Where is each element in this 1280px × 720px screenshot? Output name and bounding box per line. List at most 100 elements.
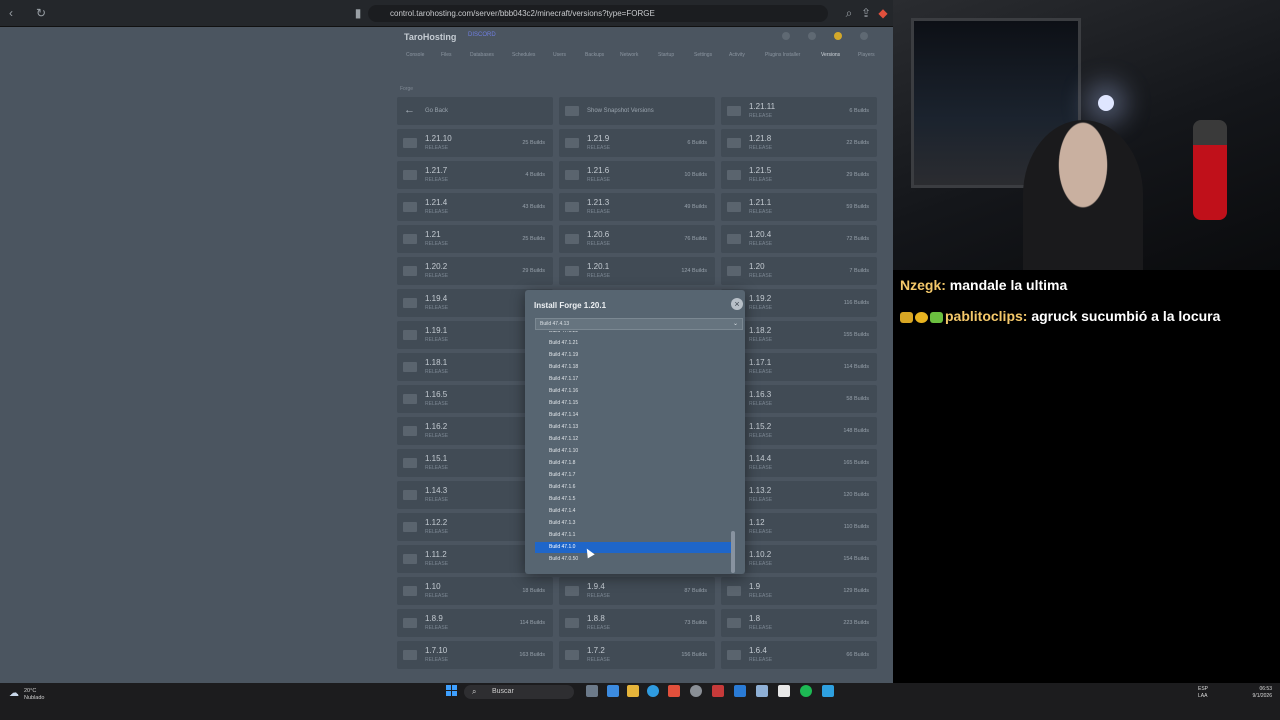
build-count: 18 Builds (522, 588, 545, 594)
version-card[interactable]: 1.8 RELEASE 223 Builds (721, 609, 877, 637)
build-option[interactable]: Build 47.1.7 (535, 470, 733, 481)
version-card[interactable]: 1.21.3 RELEASE 49 Builds (559, 193, 715, 221)
scrollbar[interactable] (731, 531, 735, 573)
build-option[interactable]: Build 47.1.12 (535, 434, 733, 445)
share-icon[interactable]: ⇪ (859, 6, 873, 20)
discord-link[interactable]: DISCORD (468, 32, 496, 38)
tab-network[interactable]: Network (620, 52, 638, 58)
version-card[interactable]: 1.20.2 RELEASE 29 Builds (397, 257, 553, 285)
build-option[interactable]: Build 47.1.6 (535, 482, 733, 493)
build-option[interactable]: Build 47.1.10 (535, 446, 733, 457)
build-option[interactable]: Build 47.1.3 (535, 518, 733, 529)
clock-date: 9/1/2026 (1252, 693, 1272, 699)
brave-icon[interactable]: ◆ (876, 6, 890, 20)
telegram-icon[interactable] (822, 685, 834, 697)
version-card[interactable]: 1.21.9 RELEASE 6 Builds (559, 129, 715, 157)
version-card[interactable]: 1.10 RELEASE 18 Builds (397, 577, 553, 605)
copilot-icon[interactable] (607, 685, 619, 697)
version-card[interactable]: 1.21 RELEASE 25 Builds (397, 225, 553, 253)
tab-players[interactable]: Players (858, 52, 875, 58)
build-option[interactable]: Build 47.1.0 (535, 542, 733, 553)
reload-icon[interactable]: ↻ (34, 6, 48, 20)
build-option[interactable]: Build 47.1.21 (535, 338, 733, 349)
build-option[interactable]: Build 47.1.4 (535, 506, 733, 517)
tab-startup[interactable]: Startup (658, 52, 674, 58)
settings-icon[interactable] (808, 32, 816, 40)
build-select[interactable]: Build 47.4.13 ⌄ (535, 318, 743, 330)
avatar[interactable] (834, 32, 842, 40)
tab-users[interactable]: Users (553, 52, 566, 58)
version-card[interactable]: 1.7.10 RELEASE 163 Builds (397, 641, 553, 669)
build-option[interactable]: Build 47.1.13 (535, 422, 733, 433)
tab-files[interactable]: Files (441, 52, 452, 58)
logout-icon[interactable] (860, 32, 868, 40)
version-card[interactable]: 1.21.5 RELEASE 29 Builds (721, 161, 877, 189)
brave-taskbar-icon[interactable] (668, 685, 680, 697)
search-icon[interactable]: ⌕ (842, 6, 856, 20)
taskbar-search[interactable]: ⌕ Buscar (464, 685, 574, 699)
version-card[interactable]: 1.9 RELEASE 129 Builds (721, 577, 877, 605)
build-option[interactable]: Build 47.1.8 (535, 458, 733, 469)
build-options-list[interactable]: Build 47.1.22 Build 47.1.21 Build 47.1.19 B… (535, 331, 737, 574)
go-back-card[interactable]: ← Go Back (397, 97, 553, 125)
tab-databases[interactable]: Databases (470, 52, 494, 58)
capcut-icon[interactable] (778, 685, 790, 697)
notepad-icon[interactable] (756, 685, 768, 697)
release-tag: RELEASE (425, 529, 449, 535)
vscode-icon[interactable] (734, 685, 746, 697)
build-option[interactable]: Build 47.1.16 (535, 386, 733, 397)
tab-backups[interactable]: Backups (585, 52, 604, 58)
version-card[interactable]: 1.20.1 RELEASE 124 Builds (559, 257, 715, 285)
version-card[interactable]: 1.8.9 RELEASE 114 Builds (397, 609, 553, 637)
close-icon[interactable]: × (731, 298, 743, 310)
version-card[interactable]: 1.21.1 RELEASE 59 Builds (721, 193, 877, 221)
task-view-icon[interactable] (586, 685, 598, 697)
version-card[interactable]: 1.21.6 RELEASE 10 Builds (559, 161, 715, 189)
version-card[interactable]: 1.21.11 RELEASE 6 Builds (721, 97, 877, 125)
tab-plugins-installer[interactable]: Plugins Installer (765, 52, 800, 58)
build-option[interactable]: Build 47.1.15 (535, 398, 733, 409)
build-option[interactable]: Build 47.1.5 (535, 494, 733, 505)
version-card[interactable]: 1.20.6 RELEASE 76 Builds (559, 225, 715, 253)
version-card[interactable]: 1.21.10 RELEASE 25 Builds (397, 129, 553, 157)
bookmark-icon[interactable]: ▮ (351, 6, 365, 20)
version-card[interactable]: 1.6.4 RELEASE 66 Builds (721, 641, 877, 669)
version-card[interactable]: 1.20.4 RELEASE 72 Builds (721, 225, 877, 253)
windows-icon[interactable] (446, 685, 458, 697)
build-option[interactable]: Build 47.1.17 (535, 374, 733, 385)
build-option[interactable]: Build 47.1.14 (535, 410, 733, 421)
tab-activity[interactable]: Activity (729, 52, 745, 58)
address-bar[interactable]: control.tarohosting.com/server/bbb043c2/… (368, 5, 828, 22)
tab-settings[interactable]: Settings (694, 52, 712, 58)
build-option[interactable]: Build 47.1.22 (535, 331, 733, 337)
version-card[interactable]: 1.21.8 RELEASE 22 Builds (721, 129, 877, 157)
tab-console[interactable]: Console (406, 52, 424, 58)
file-explorer-icon[interactable] (627, 685, 639, 697)
obs-icon[interactable] (690, 685, 702, 697)
build-option[interactable]: Build 47.1.19 (535, 350, 733, 361)
tab-versions[interactable]: Versions (821, 52, 840, 58)
chat-message: pablitoclips: agruck sucumbió a la locur… (900, 308, 1220, 324)
release-tag: RELEASE (587, 241, 611, 247)
version-card[interactable]: 1.20 RELEASE 7 Builds (721, 257, 877, 285)
build-option[interactable]: Build 47.0.50 (535, 554, 733, 565)
build-option[interactable]: Build 47.1.1 (535, 530, 733, 541)
version-card[interactable]: 1.21.4 RELEASE 43 Builds (397, 193, 553, 221)
search-icon[interactable] (782, 32, 790, 40)
version-card[interactable]: 1.7.2 RELEASE 156 Builds (559, 641, 715, 669)
version-card[interactable]: 1.21.7 RELEASE 4 Builds (397, 161, 553, 189)
spotify-icon[interactable] (800, 685, 812, 697)
build-option[interactable]: Build 47.1.18 (535, 362, 733, 373)
version-number: 1.17.1 (749, 358, 772, 367)
weather-widget[interactable]: ☁ 20°C Nublado (9, 688, 45, 702)
calendar-app-icon[interactable] (712, 685, 724, 697)
edge-icon[interactable] (647, 685, 659, 697)
version-card[interactable]: 1.8.8 RELEASE 73 Builds (559, 609, 715, 637)
tab-schedules[interactable]: Schedules (512, 52, 535, 58)
back-icon[interactable]: ‹ (4, 6, 18, 20)
language-indicator[interactable]: ESP LAA (1198, 686, 1208, 700)
version-card[interactable]: 1.9.4 RELEASE 87 Builds (559, 577, 715, 605)
brand-logo[interactable]: TaroHosting (404, 32, 456, 42)
snapshot-toggle-card[interactable]: Show Snapshot Versions (559, 97, 715, 125)
clock[interactable]: 06:53 9/1/2026 (1253, 686, 1272, 700)
